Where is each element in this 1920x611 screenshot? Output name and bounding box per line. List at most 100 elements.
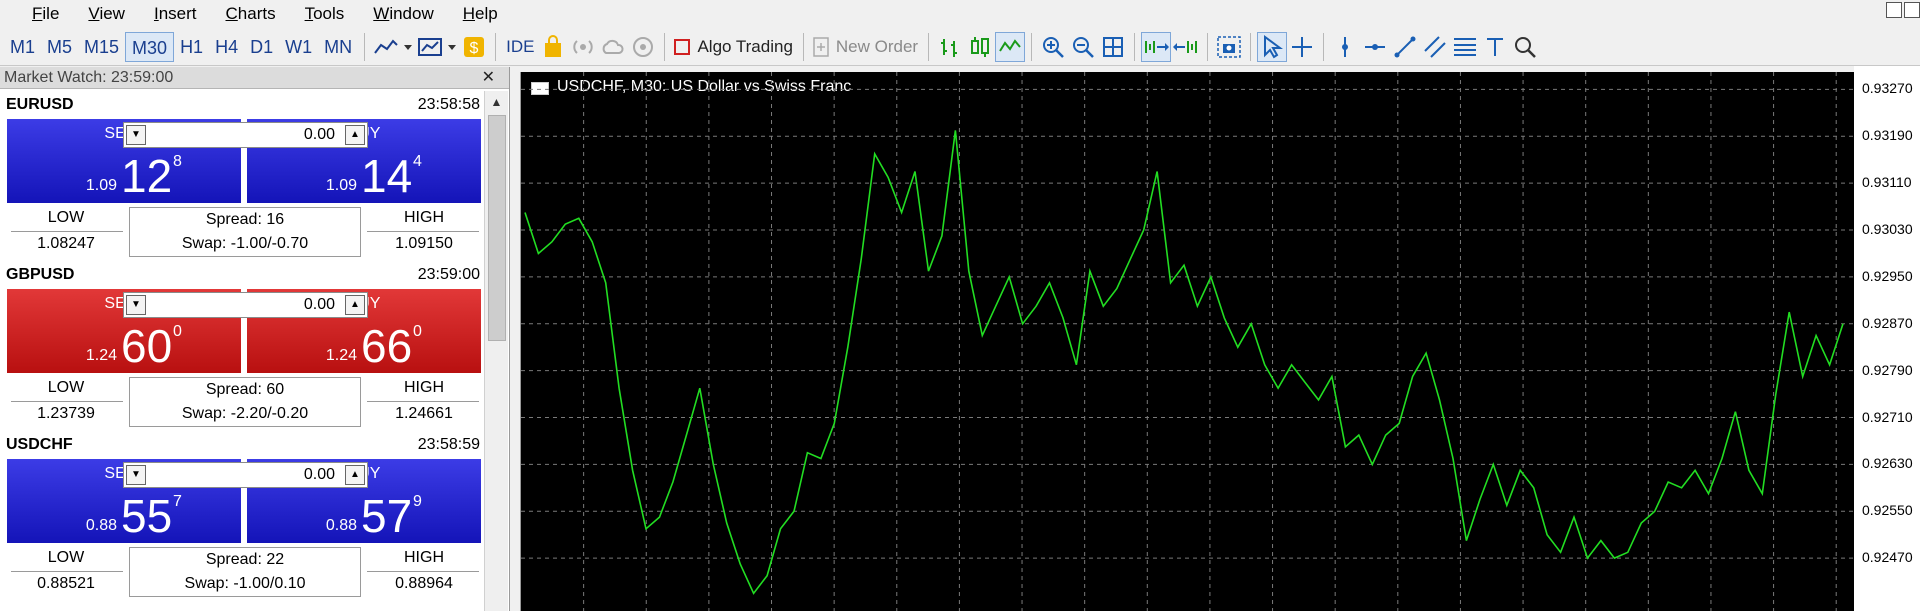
timeframe-m5[interactable]: M5 bbox=[41, 32, 78, 62]
price-tick-label: 0.92710 bbox=[1862, 408, 1913, 425]
lot-input[interactable]: ▼ ▲ 0.00 bbox=[123, 292, 368, 318]
menu-label: nsert bbox=[158, 4, 197, 23]
signal-icon[interactable] bbox=[568, 32, 598, 62]
zoom-in-icon[interactable] bbox=[1038, 32, 1068, 62]
timeframe-w1[interactable]: W1 bbox=[279, 32, 318, 62]
lot-input[interactable]: ▼ ▲ 0.00 bbox=[123, 122, 368, 148]
high-label: HIGH bbox=[404, 209, 444, 226]
vps-icon[interactable] bbox=[628, 32, 658, 62]
line-mode-icon[interactable] bbox=[995, 31, 1026, 62]
quote-header: USDCHF 23:58:59 bbox=[4, 431, 482, 459]
chart-plot[interactable] bbox=[521, 72, 1855, 611]
sell-price-point: 8 bbox=[173, 153, 182, 170]
dollar-icon[interactable]: $ bbox=[459, 32, 489, 62]
trendline-icon[interactable] bbox=[1390, 32, 1420, 62]
sell-price-pips: 55 bbox=[121, 490, 173, 542]
horizontal-line-icon[interactable] bbox=[1360, 32, 1390, 62]
divider bbox=[367, 401, 479, 402]
chart-window[interactable]: USDCHF, M30: US Dollar vs Swiss Franc bbox=[520, 72, 1855, 611]
buy-price-point: 0 bbox=[413, 323, 422, 340]
new-order-icon[interactable] bbox=[810, 32, 832, 62]
timeframe-m30[interactable]: M30 bbox=[125, 31, 175, 62]
lot-decrease-icon[interactable]: ▼ bbox=[126, 125, 146, 145]
menu-bar: File View Insert Charts Tools Window Help bbox=[0, 0, 1920, 28]
menu-label: indow bbox=[389, 4, 434, 23]
lot-decrease-icon[interactable]: ▼ bbox=[126, 465, 146, 485]
sell-price-prefix: 1.09 bbox=[85, 177, 117, 194]
lot-increase-icon[interactable]: ▲ bbox=[345, 295, 365, 315]
market-watch-panel: Market Watch: 23:59:00 ✕ EURUSD 23:58:58 S… bbox=[0, 67, 510, 611]
auto-scroll-icon[interactable] bbox=[1141, 31, 1172, 62]
zoom-out-icon[interactable] bbox=[1068, 32, 1098, 62]
menu-item-insert[interactable]: Insert bbox=[140, 4, 212, 24]
timeframe-m1[interactable]: M1 bbox=[4, 32, 41, 62]
buy-price-pips: 57 bbox=[361, 490, 413, 542]
low-label: LOW bbox=[47, 549, 85, 566]
swap-value: Swap: -2.20/-0.20 bbox=[181, 405, 309, 422]
toolbar: M1 M5 M15 M30 H1 H4 D1 W1 MN $ IDE Algo Trading … bbox=[0, 28, 1920, 66]
lot-decrease-icon[interactable]: ▼ bbox=[126, 295, 146, 315]
timeframe-mn[interactable]: MN bbox=[318, 32, 358, 62]
symbol-name[interactable]: USDCHF bbox=[6, 436, 73, 454]
cursor-icon[interactable] bbox=[1257, 31, 1288, 62]
price-tiles: SELL0.88557BUY0.88579▼▲0.00 bbox=[7, 459, 481, 543]
close-icon[interactable]: ✕ bbox=[482, 67, 495, 89]
lot-increase-icon[interactable]: ▲ bbox=[345, 125, 365, 145]
scroll-thumb[interactable] bbox=[488, 115, 506, 341]
scrollbar[interactable]: ▲ bbox=[484, 91, 508, 611]
menu-item-tools[interactable]: Tools bbox=[291, 4, 360, 24]
chevron-down-icon[interactable] bbox=[445, 32, 459, 62]
chevron-down-icon[interactable] bbox=[401, 32, 415, 62]
lot-input[interactable]: ▼ ▲ 0.00 bbox=[123, 462, 368, 488]
lot-increase-icon[interactable]: ▲ bbox=[345, 465, 365, 485]
channel-icon[interactable] bbox=[1420, 32, 1450, 62]
restore-icon[interactable] bbox=[1904, 2, 1920, 18]
menu-item-file[interactable]: File bbox=[0, 4, 74, 24]
minimize-icon[interactable] bbox=[1886, 2, 1902, 18]
new-order-button[interactable]: New Order bbox=[832, 37, 922, 57]
menu-accelerator: C bbox=[225, 4, 238, 23]
tile-windows-icon[interactable] bbox=[1098, 32, 1128, 62]
search-icon[interactable] bbox=[1510, 32, 1540, 62]
algo-trading-button[interactable]: Algo Trading bbox=[693, 37, 796, 57]
market-bag-icon[interactable] bbox=[538, 32, 568, 62]
symbol-name[interactable]: GBPUSD bbox=[6, 266, 74, 284]
spread-value: Spread: 22 bbox=[205, 551, 285, 568]
chart-shift-icon[interactable] bbox=[1171, 32, 1201, 62]
quote-time: 23:59:00 bbox=[417, 266, 480, 283]
quote-tile-eurusd: EURUSD23:58:58SELL1.09128BUY1.09144▼▲0.0… bbox=[4, 91, 482, 259]
menu-item-window[interactable]: Window bbox=[359, 4, 448, 24]
price-tick-label: 0.93030 bbox=[1862, 221, 1913, 238]
fibonacci-icon[interactable] bbox=[1450, 32, 1480, 62]
lot-value: 0.00 bbox=[303, 466, 335, 483]
line-chart-icon[interactable] bbox=[371, 32, 401, 62]
candlestick-icon[interactable] bbox=[965, 32, 995, 62]
templates-icon[interactable] bbox=[415, 32, 445, 62]
algo-trading-stop-icon[interactable] bbox=[671, 32, 693, 62]
scroll-up-icon[interactable]: ▲ bbox=[485, 91, 508, 113]
sell-price-pips: 60 bbox=[121, 320, 173, 372]
market-watch-title: Market Watch: 23:59:00 ✕ bbox=[0, 67, 509, 89]
sell-price-point: 7 bbox=[173, 493, 182, 510]
window-controls bbox=[1886, 2, 1920, 18]
crosshair-icon[interactable] bbox=[1287, 32, 1317, 62]
timeframe-d1[interactable]: D1 bbox=[244, 32, 279, 62]
price-tick-label: 0.92470 bbox=[1862, 549, 1913, 566]
quote-stats: LOW 1.23739 HIGH 1.24661 Spread: 60 Swap: -2.… bbox=[7, 377, 481, 427]
ide-button[interactable]: IDE bbox=[502, 37, 538, 57]
timeframe-h1[interactable]: H1 bbox=[174, 32, 209, 62]
bar-chart-icon[interactable] bbox=[935, 32, 965, 62]
lot-value: 0.00 bbox=[303, 296, 335, 313]
timeframe-group: M1 M5 M15 M30 H1 H4 D1 W1 MN bbox=[4, 31, 358, 62]
text-tool-icon[interactable] bbox=[1480, 32, 1510, 62]
vertical-line-icon[interactable] bbox=[1330, 32, 1360, 62]
menu-item-help[interactable]: Help bbox=[449, 4, 513, 24]
menu-item-view[interactable]: View bbox=[74, 4, 140, 24]
timeframe-m15[interactable]: M15 bbox=[78, 32, 125, 62]
divider bbox=[11, 231, 123, 232]
symbol-name[interactable]: EURUSD bbox=[6, 96, 74, 114]
menu-item-charts[interactable]: Charts bbox=[212, 4, 291, 24]
cloud-icon[interactable] bbox=[598, 32, 628, 62]
screenshot-icon[interactable] bbox=[1214, 32, 1244, 62]
timeframe-h4[interactable]: H4 bbox=[209, 32, 244, 62]
